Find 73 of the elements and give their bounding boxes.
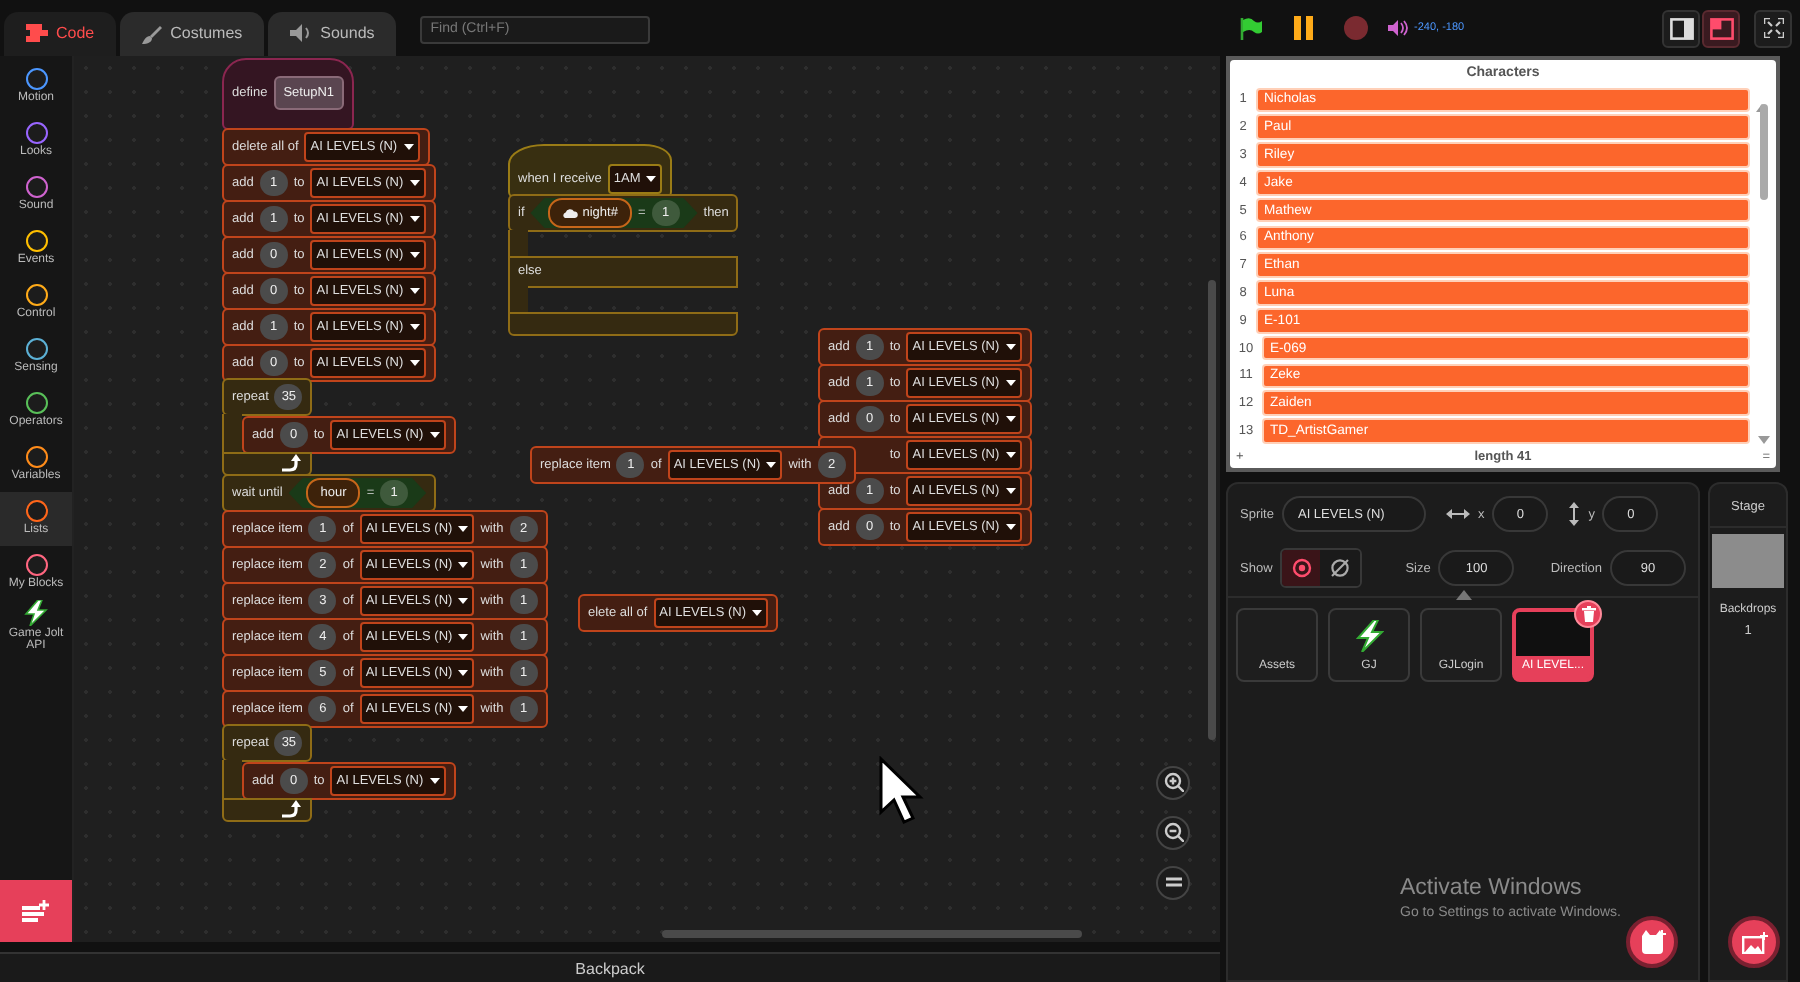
scrollbar[interactable] (1208, 279, 1216, 740)
scroll-down-icon (1758, 436, 1770, 444)
fullscreen-button[interactable] (1754, 9, 1792, 47)
caret-icon (458, 669, 469, 676)
caret-icon (409, 215, 420, 222)
caret-icon (1005, 523, 1016, 530)
fullscreen-icon (1763, 18, 1783, 38)
caret-icon (458, 633, 469, 640)
block-arm (508, 229, 528, 258)
stop-icon (1343, 16, 1367, 40)
caret-icon (766, 461, 777, 468)
caret-icon (429, 777, 440, 784)
show-button[interactable] (1282, 550, 1321, 586)
add-extension-button[interactable] (0, 880, 72, 943)
loop-arrow-icon (280, 454, 303, 473)
block-arm (508, 285, 528, 314)
caret-icon (409, 179, 420, 186)
caret-icon (1005, 451, 1016, 458)
add-sprite-button[interactable] (1626, 916, 1678, 968)
image-add-icon (1741, 931, 1767, 953)
zoom-out-icon (1163, 822, 1183, 843)
lightning-bolt-icon (24, 600, 48, 627)
add-extension-icon (22, 900, 50, 923)
reset-zoom-button[interactable] (1156, 865, 1190, 900)
caret-icon (409, 323, 420, 330)
scrollbar-thumb[interactable] (1760, 104, 1768, 200)
loop-arrow-icon (280, 800, 303, 819)
vertical-arrows-icon (1568, 502, 1581, 526)
caret-icon (403, 143, 414, 150)
caret-icon (458, 597, 469, 604)
caret-icon (458, 561, 469, 568)
speaker-icon (290, 24, 313, 43)
caret-icon (409, 287, 420, 294)
caret-icon (1005, 379, 1016, 386)
activation-notice-title: Activate Windows (1400, 876, 1584, 900)
cat-add-icon (1639, 930, 1665, 954)
caret-icon (1005, 343, 1016, 350)
tab[interactable]: Costumes (120, 11, 265, 56)
zoom-out-button[interactable] (1156, 815, 1190, 850)
caret-icon (458, 705, 469, 712)
eye-slash-icon (1330, 558, 1351, 578)
zoom-in-icon (1163, 772, 1183, 793)
scrollbar[interactable] (662, 930, 1082, 939)
zoom-in-button[interactable] (1156, 765, 1190, 800)
delete-button[interactable] (1574, 600, 1602, 628)
eye-icon (1291, 558, 1312, 578)
sprite-thumbnail (1516, 612, 1590, 656)
caret-icon (1005, 415, 1016, 422)
caret-icon (409, 359, 420, 366)
tab[interactable]: Sounds (268, 11, 397, 56)
volume-icon[interactable] (1388, 20, 1408, 36)
large-stage-button[interactable] (1702, 9, 1740, 47)
caret-icon (458, 525, 469, 532)
small-stage-icon (1669, 17, 1693, 39)
trash-icon (1581, 606, 1595, 622)
pause-icon (1293, 16, 1313, 40)
caret-icon (409, 251, 420, 258)
flag-icon (1240, 17, 1262, 39)
stage-thumbnail[interactable] (1712, 534, 1784, 588)
caret-icon (752, 609, 762, 616)
large-stage-icon (1709, 17, 1733, 39)
backpack-bar[interactable]: Backpack (0, 952, 1220, 982)
caret-icon (1005, 487, 1016, 494)
brush-icon (142, 23, 163, 44)
small-stage-button[interactable] (1662, 9, 1700, 47)
code-blocks-icon (26, 24, 48, 43)
lightning-bolt-icon (1355, 620, 1383, 652)
tab[interactable]: Code (4, 11, 117, 56)
mouse-pointer-icon (878, 755, 926, 828)
caret-icon (429, 431, 440, 438)
caret-icon (646, 175, 657, 182)
horizontal-arrows-icon (1445, 508, 1470, 520)
collapse-arrow-icon[interactable] (1456, 590, 1472, 600)
